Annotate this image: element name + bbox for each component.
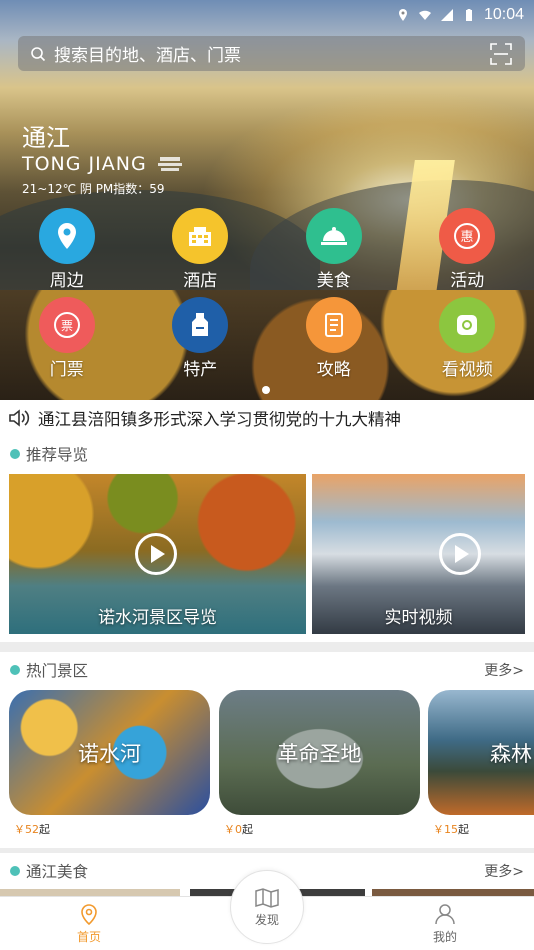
guide-card-nuoshui[interactable]: 诺水河景区导览 [9, 474, 306, 634]
dish-cloche-icon [305, 208, 362, 264]
hot-card-image: 革命圣地 [219, 690, 420, 815]
section-dot [10, 866, 20, 876]
battery-icon [465, 9, 472, 21]
menu-item-guide[interactable]: 攻略 [267, 297, 401, 380]
status-time: 10:04 [483, 6, 524, 23]
city-name: 通江 [22, 124, 70, 152]
category-menu: 周边 酒店 美食 惠 活动 票 门票 特产 攻略 看视频 [0, 208, 534, 380]
location-pin-icon [38, 208, 95, 264]
user-icon [435, 904, 455, 925]
menu-item-hotel[interactable]: 酒店 [134, 208, 268, 291]
ticket-icon: 票 [38, 297, 95, 353]
hot-card-price: ￥15起 [428, 821, 534, 837]
play-icon[interactable] [439, 533, 481, 575]
hot-card-image: 诺水河 [9, 690, 210, 815]
menu-item-ticket[interactable]: 票 门票 [0, 297, 134, 380]
nav-home-label: 首页 [76, 930, 101, 944]
price-value: ￥0 [224, 823, 242, 836]
guide-card-label: 诺水河景区导览 [98, 608, 217, 628]
section-dot [10, 665, 20, 675]
signal-icon [440, 9, 453, 21]
price-unit: 起 [458, 823, 469, 836]
section-divider [0, 642, 534, 652]
section-title: 推荐导览 [26, 446, 89, 464]
banner-pager-dot[interactable] [262, 386, 270, 394]
weather-info: 21~12℃ 阴 PM指数：59 [22, 182, 165, 196]
search-bar[interactable]: 搜索目的地、酒店、门票 [18, 36, 525, 71]
guide-card-label: 实时视频 [384, 608, 453, 628]
hot-card-image: 森林 [428, 690, 534, 815]
svg-text:票: 票 [61, 319, 73, 333]
notice-bar[interactable]: 通江县涪阳镇多形式深入学习贯彻党的十九大精神 [0, 400, 534, 436]
speaker-icon [9, 409, 30, 427]
discount-hui-icon: 惠 [439, 208, 496, 264]
price-unit: 起 [242, 823, 253, 836]
video-icon [439, 297, 496, 353]
hot-card-forest[interactable]: 森林 ￥15起 [428, 690, 534, 837]
location-pin-icon [81, 904, 97, 925]
city-pinyin-text: TONG JIANG [22, 153, 147, 175]
food-more-link[interactable]: 更多> [484, 861, 524, 881]
guide-card-live-video[interactable]: 实时视频 [312, 474, 525, 634]
hot-card-nuoshuihe[interactable]: 诺水河 ￥52起 [9, 690, 210, 837]
hot-card-name: 诺水河 [78, 741, 141, 766]
hot-more-link[interactable]: 更多> [484, 660, 524, 680]
hot-card-name: 革命圣地 [277, 741, 362, 766]
notice-text[interactable]: 通江县涪阳镇多形式深入学习贯彻党的十九大精神 [38, 406, 401, 430]
search-icon [31, 46, 46, 61]
menu-label: 酒店 [183, 271, 218, 291]
menu-label: 特产 [183, 360, 218, 380]
section-title: 热门景区 [26, 662, 89, 680]
location-status-icon [398, 9, 407, 21]
hot-section: 诺水河 ￥52起 革命圣地 ￥0起 森林 ￥15起 [0, 688, 534, 848]
guide-section: 诺水河景区导览 实时视频 [0, 472, 534, 642]
status-bar: 10:04 [0, 0, 534, 30]
menu-item-specialty[interactable]: 特产 [134, 297, 268, 380]
svg-text:惠: 惠 [461, 230, 474, 245]
hotel-icon [172, 208, 229, 264]
menu-label: 攻略 [316, 360, 351, 380]
menu-label: 周边 [49, 271, 84, 291]
city-pinyin: TONG JIANG [22, 153, 183, 175]
hot-card-price: ￥0起 [219, 821, 420, 837]
nav-discover[interactable]: 发现 [230, 870, 304, 944]
menu-label: 活动 [450, 271, 485, 291]
map-icon [255, 887, 279, 908]
section-dot [10, 449, 20, 459]
nav-mine-label: 我的 [432, 930, 457, 944]
nav-mine[interactable]: 我的 [405, 903, 485, 945]
hot-card-name: 森林 [490, 741, 532, 766]
specialty-bag-icon [172, 297, 229, 353]
nav-discover-label: 发现 [254, 912, 279, 927]
menu-item-video[interactable]: 看视频 [401, 297, 534, 380]
hot-card-price: ￥52起 [9, 821, 210, 837]
hero-banner: 10:04 搜索目的地、酒店、门票 通江 TONG JIANG 21~12℃ 阴… [0, 0, 534, 400]
nav-home[interactable]: 首页 [49, 903, 129, 945]
menu-label: 美食 [316, 271, 351, 291]
menu-label: 看视频 [441, 360, 493, 380]
play-icon[interactable] [135, 533, 177, 575]
menu-label: 门票 [49, 360, 84, 380]
search-placeholder[interactable]: 搜索目的地、酒店、门票 [54, 41, 489, 66]
guide-book-icon [305, 297, 362, 353]
price-value: ￥52 [14, 823, 39, 836]
price-unit: 起 [39, 823, 50, 836]
scan-icon[interactable] [489, 42, 513, 66]
guide-section-header: 推荐导览 [0, 436, 534, 472]
menu-item-activity[interactable]: 惠 活动 [401, 208, 534, 291]
wifi-icon [418, 10, 431, 20]
price-value: ￥15 [433, 823, 458, 836]
weather-cloud-icon [157, 157, 182, 171]
menu-item-food[interactable]: 美食 [267, 208, 401, 291]
hot-section-header: 热门景区 更多> [0, 652, 534, 688]
hot-card-revolution[interactable]: 革命圣地 ￥0起 [219, 690, 420, 837]
menu-item-nearby[interactable]: 周边 [0, 208, 134, 291]
